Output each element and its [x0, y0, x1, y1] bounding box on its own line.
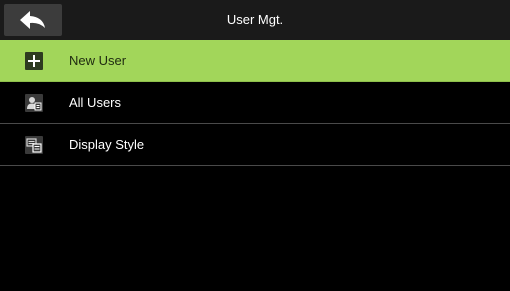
device-screen: User Mgt. New User All Users Display Sty…	[0, 0, 510, 291]
page-title: User Mgt.	[226, 12, 284, 27]
menu-item-all-users[interactable]: All Users	[0, 82, 510, 124]
user-list-icon	[25, 94, 43, 112]
menu-item-label: Display Style	[69, 137, 145, 152]
menu-item-label: New User	[69, 53, 127, 68]
back-arrow-icon	[20, 11, 45, 29]
menu-item-new-user[interactable]: New User	[0, 40, 510, 82]
menu-list: New User All Users Display Style	[0, 40, 510, 166]
title-bar: User Mgt.	[0, 0, 510, 40]
menu-item-label: All Users	[69, 95, 122, 110]
plus-icon	[25, 52, 43, 70]
back-button[interactable]	[4, 4, 62, 36]
menu-item-display-style[interactable]: Display Style	[0, 124, 510, 166]
display-style-icon	[25, 136, 43, 154]
